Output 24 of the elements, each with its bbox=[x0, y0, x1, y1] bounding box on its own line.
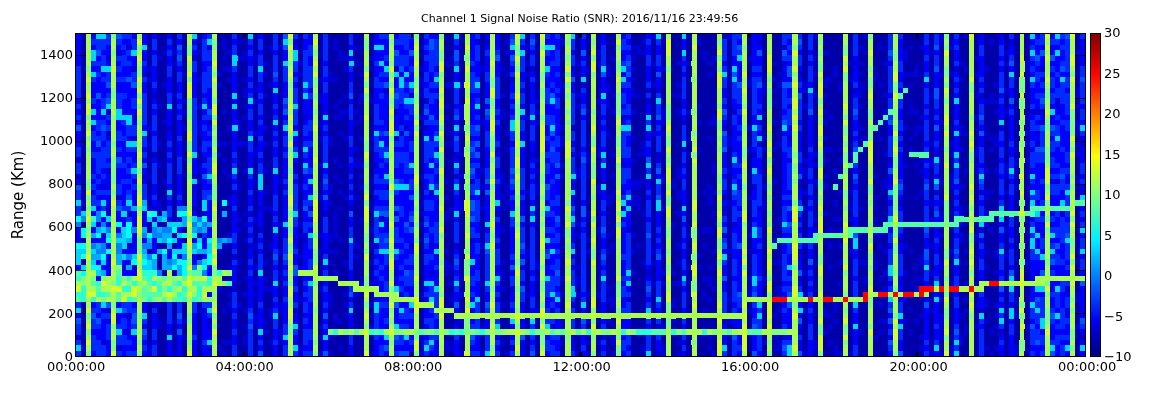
colorbar-tick-label: 0 bbox=[1104, 269, 1113, 283]
y-tick-label: 400 bbox=[48, 263, 73, 278]
y-tick-label: 600 bbox=[48, 220, 73, 235]
x-tick-label: 12:00:00 bbox=[552, 360, 611, 374]
x-tick-label: 00:00:00 bbox=[47, 360, 106, 374]
y-tick-label: 200 bbox=[48, 306, 73, 321]
y-axis-label: Range (Km) bbox=[9, 150, 27, 240]
x-tick-label: 08:00:00 bbox=[384, 360, 443, 374]
colorbar-tick-label: 5 bbox=[1104, 228, 1113, 243]
chart-title: Channel 1 Signal Noise Ratio (SNR): 2016/11/16 23:49:56 bbox=[421, 11, 739, 27]
x-tick-label: 04:00:00 bbox=[215, 360, 274, 374]
colorbar-tick-label: 20 bbox=[1104, 107, 1121, 121]
y-tick-label: 1000 bbox=[39, 134, 73, 148]
y-tick-label: 1200 bbox=[39, 90, 73, 105]
colorbar-tick-label: 25 bbox=[1104, 66, 1121, 81]
colorbar-tick-label: 15 bbox=[1104, 147, 1121, 162]
x-tick-label: 00:00:00 bbox=[1058, 360, 1117, 374]
y-tick-label: 1400 bbox=[39, 47, 73, 62]
colorbar-tick-label: 10 bbox=[1104, 188, 1121, 202]
colorbar-tick-label: −5 bbox=[1104, 309, 1124, 324]
y-tick-label: 800 bbox=[48, 177, 73, 192]
x-tick-label: 16:00:00 bbox=[721, 360, 780, 374]
x-tick-label: 20:00:00 bbox=[889, 360, 948, 374]
colorbar-tick-label: 30 bbox=[1104, 26, 1121, 40]
